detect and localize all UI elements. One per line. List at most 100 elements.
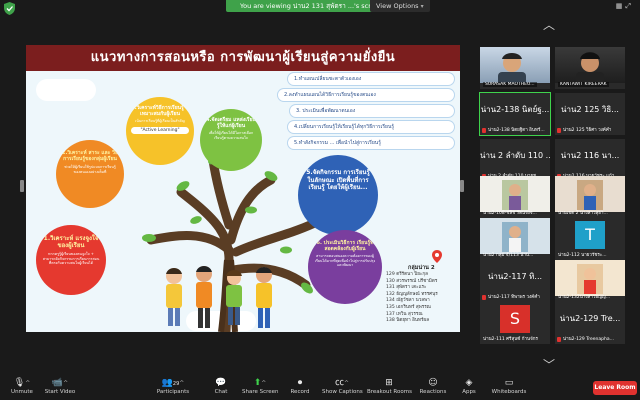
reactions-label: Reactions	[419, 389, 447, 395]
chevron-up-icon[interactable]: ︿	[543, 16, 555, 33]
children-illustration	[166, 266, 272, 328]
breakout-label: Breakout Rooms	[367, 389, 412, 395]
share-screen-icon: ⬆^	[253, 378, 267, 388]
circle-title: 6. ประเมินวิธีการ เรียนรู้ที่สอดคล้องกับ…	[316, 240, 374, 252]
participant-tile[interactable]: น่าน2 กลุ่ม 4/113 น่าน...	[480, 218, 550, 260]
captions-icon: ㏄^	[334, 378, 350, 388]
chat-button[interactable]: 💬 Chat	[209, 377, 233, 395]
apps-button[interactable]: ◈ Apps	[458, 377, 480, 395]
share-screen-button[interactable]: ⬆^ Share Screen	[242, 377, 279, 395]
breakout-rooms-button[interactable]: ⊞ Breakout Rooms	[367, 377, 412, 395]
participant-tile[interactable]: S น่าน2-111 ศรีสุนซ์ ก้านจักร	[480, 302, 550, 344]
breakout-icon: ⊞	[385, 378, 393, 388]
participant-display-name: น่าน2 125 วิธิ...	[561, 105, 619, 114]
participant-name: น่าน2-132นางสาวธัญญ...	[558, 295, 611, 300]
participant-tile[interactable]: น่าน2-138 นิตย์ฐ... น่าน2-138 นิตยฐิดา อ…	[479, 92, 551, 136]
participant-name: น่าน2-117 ทิพาพร วงค์คำ	[488, 295, 540, 300]
chat-label: Chat	[214, 389, 228, 395]
profile-photo	[555, 176, 625, 212]
participant-display-name: น่าน 2 ลำดับ 110 ...	[480, 151, 550, 160]
mic-muted-icon	[482, 128, 486, 133]
profile-photo	[555, 260, 625, 296]
circle-3: 3.วิเคราะห์วิธีการเรียนรู้ ที่เหมาะสมกับ…	[126, 97, 194, 165]
circle-body: เพื่อให้ผู้เรียนได้มีโอกาสเลือกเรียนรู้ต…	[208, 131, 254, 140]
participant-tile[interactable]: KANTAWIT KIREERAK	[555, 47, 625, 89]
chevron-down-icon: ▾	[420, 3, 424, 10]
active-learning-badge: "Active Learning"	[131, 126, 189, 134]
grid-view-icon[interactable]: ▦	[616, 2, 626, 10]
security-shield-icon[interactable]	[4, 2, 15, 15]
participant-display-name: น่าน2-117 ทิ...	[487, 272, 543, 281]
whiteboards-button[interactable]: ▭ Whiteboards	[490, 377, 528, 395]
step-item: 3. ประเมินเพื่อพัฒนาตนเอง	[290, 105, 454, 117]
circle-5: 5.จัดกิจกรรม การเรียนรู้ ในลักษณะ เปิดพื…	[298, 155, 378, 235]
participant-name: น่าน2-108-ชลิช รัตนจงจ...	[483, 211, 537, 216]
mic-muted-icon	[557, 337, 561, 342]
profile-photo	[480, 218, 550, 254]
circle-6: 6. ประเมินวิธีการ เรียนรู้ที่สอดคล้องกับ…	[308, 230, 382, 304]
view-options-button[interactable]: View Options ▾	[370, 0, 430, 12]
participant-tile[interactable]: น่าน2-132นางสาวธัญญ...	[555, 260, 625, 302]
participant-display-name: น่าน2-138 นิตย์ฐ...	[480, 105, 550, 114]
profile-photo	[480, 176, 550, 212]
mic-muted-icon: 🎙^	[13, 378, 31, 388]
circle-1: 1.วิเคราะห์ แรงจูงใจ ของผู้เรียน หากครูร…	[36, 225, 106, 295]
participants-label: Participants	[156, 389, 190, 395]
panel-splitter-right[interactable]	[460, 180, 464, 192]
step-item: 1.ทำแผนเปลี่ยนชะตาตัวเองเอง	[288, 73, 454, 85]
leave-room-button[interactable]: Leave Room	[593, 381, 637, 395]
participants-button[interactable]: 👥29^ Participants	[155, 377, 191, 395]
unmute-label: Unmute	[11, 389, 33, 395]
panel-splitter-left[interactable]	[20, 180, 24, 192]
circle-body: เน้นการเรียนรู้ที่ผู้เรียนเป็นสำคัญ	[135, 119, 185, 123]
shared-screen: แนวทางการสอนหรือ การพัฒนาผู้เรียนสู่ความ…	[26, 45, 460, 332]
group-member: 134 ณัฐวัชลา นวลพา	[386, 298, 430, 304]
reactions-icon: ☺	[428, 378, 438, 388]
chat-icon: 💬	[215, 378, 227, 388]
circle-title: 5.จัดกิจกรรม การเรียนรู้ ในลักษณะ เปิดพื…	[306, 169, 370, 191]
participant-name: SURASAK MAOTHEU...	[483, 82, 537, 87]
avatar-letter: T	[575, 221, 605, 249]
meeting-toolbar: 🎙^ Unmute 📹^ Start Video 👥29^ Participants …	[0, 376, 640, 400]
group-title: กลุ่มน่าน 2	[408, 265, 435, 271]
start-video-label: Start Video	[44, 389, 76, 395]
participant-tile[interactable]: SURASAK MAOTHEU...	[480, 47, 550, 89]
show-captions-label: Show Captions	[322, 389, 363, 395]
mic-muted-icon	[482, 295, 486, 300]
participant-name: น่าน2 กลุ่ม 4/113 น่าน...	[483, 253, 534, 258]
participant-tile[interactable]: น่าน2-129 Tre... น่าน2-129 Treenapha...	[555, 302, 625, 344]
participant-tile[interactable]: น่าน2 116 นา... น่าน2 116 นายวัชระ แก้ว.…	[555, 139, 625, 181]
step-item: 4.เปลี่ยนการเรียนรู้ให้เรียนรู้ได้ทุกวิธ…	[288, 121, 454, 133]
record-label: Record	[290, 389, 310, 395]
participant-tile[interactable]: น่าน2-108-ชลิช รัตนจงจ...	[480, 176, 550, 218]
window-controls: ▦⤢	[616, 2, 634, 11]
participant-tile[interactable]: น่านเขต 2 นางสาวสุธา...	[555, 176, 625, 218]
fullscreen-icon[interactable]: ⤢	[625, 2, 634, 10]
circle-title: 4.จัดเตรียม แหล่งเรียนรู้ให้แก่ผู้เรียน	[206, 117, 256, 129]
participant-name: น่าน2-111 ศรีสุนซ์ ก้านจักร	[483, 337, 538, 342]
avatar-letter: S	[500, 305, 530, 333]
circle-title: 1.วิเคราะห์ แรงจูงใจ ของผู้เรียน	[43, 235, 99, 249]
record-button[interactable]: ⏺ Record	[288, 377, 312, 395]
apps-icon: ◈	[465, 378, 473, 388]
chevron-down-icon[interactable]: ﹀	[543, 356, 555, 373]
show-captions-button[interactable]: ㏄^ Show Captions	[322, 377, 363, 395]
participant-tile[interactable]: T น่าน2-112 นายวรัชระ...	[555, 218, 625, 260]
whiteboards-label: Whiteboards	[491, 389, 527, 395]
mic-muted-icon	[557, 128, 561, 133]
unmute-button[interactable]: 🎙^ Unmute	[6, 377, 38, 395]
location-pin-icon	[432, 250, 442, 263]
start-video-button[interactable]: 📹^ Start Video	[42, 377, 78, 395]
participant-tile[interactable]: น่าน2-117 ทิ... น่าน2-117 ทิพาพร วงค์คำ	[480, 260, 550, 302]
circle-body: หากครูรู้ผู้เรียนของตนจูงใจ + สามารถจัดก…	[42, 252, 100, 266]
participant-display-name: น่าน2-129 Tre...	[559, 314, 621, 323]
circle-body: ช่วยให้ผู้เรียนใช้รูปแบบการเรียนรู้ของตน…	[64, 165, 116, 174]
reactions-button[interactable]: ☺ Reactions	[418, 377, 448, 395]
participant-tile[interactable]: น่าน2 125 วิธิ... น่าน2 125 วิธิศา วงค์ค…	[555, 93, 625, 135]
circle-title: 2.วิเคราะห์ สาระ และ วิธีการเรียนรู้ของก…	[62, 150, 118, 162]
video-feed	[555, 47, 625, 86]
group-member: 129 ตรีรัตนา ปิยะกุล	[386, 272, 428, 277]
participant-name: น่านเขต 2 นางสาวสุธา...	[558, 211, 608, 216]
participant-tile[interactable]: น่าน 2 ลำดับ 110 ... น่าน 2 ลำดับ 110 นา…	[480, 139, 550, 181]
participants-icon: 👥29^	[161, 378, 185, 388]
